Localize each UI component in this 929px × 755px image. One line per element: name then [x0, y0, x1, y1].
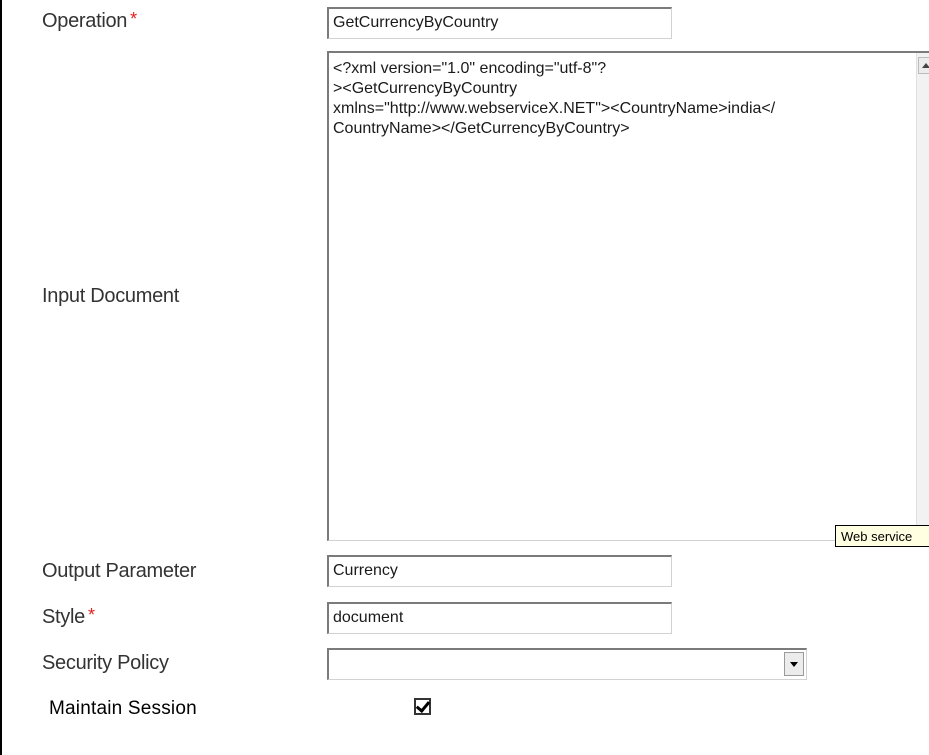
- web-service-properties-form: Operation * GetCurrencyByCountry Input Do…: [0, 0, 929, 755]
- operation-label: Operation *: [42, 9, 137, 33]
- input-document-label: Input Document: [42, 285, 179, 307]
- chevron-down-icon[interactable]: [784, 652, 804, 676]
- style-label: Style *: [42, 605, 95, 629]
- web-service-tooltip: Web service: [835, 525, 929, 547]
- output-parameter-label: Output Parameter: [42, 560, 197, 582]
- style-label-text: Style: [42, 606, 85, 628]
- maintain-session-label: Maintain Session: [49, 698, 197, 719]
- operation-required-mark: *: [130, 9, 137, 29]
- input-document-textarea[interactable]: <?xml version="1.0" encoding="utf-8"? ><…: [327, 51, 929, 541]
- style-input[interactable]: document: [327, 602, 672, 634]
- input-document-scrollbar[interactable]: [916, 53, 929, 540]
- operation-label-text: Operation: [42, 10, 128, 32]
- output-parameter-input[interactable]: Currency: [327, 555, 672, 587]
- checkmark-icon: [415, 697, 431, 714]
- maintain-session-checkbox[interactable]: [414, 697, 431, 715]
- security-policy-select[interactable]: [327, 648, 807, 680]
- input-document-text: <?xml version="1.0" encoding="utf-8"? ><…: [333, 60, 776, 137]
- operation-input[interactable]: GetCurrencyByCountry: [327, 7, 672, 39]
- style-required-mark: *: [87, 605, 95, 625]
- scroll-up-arrow-icon[interactable]: [918, 57, 929, 74]
- security-policy-label: Security Policy: [42, 652, 169, 674]
